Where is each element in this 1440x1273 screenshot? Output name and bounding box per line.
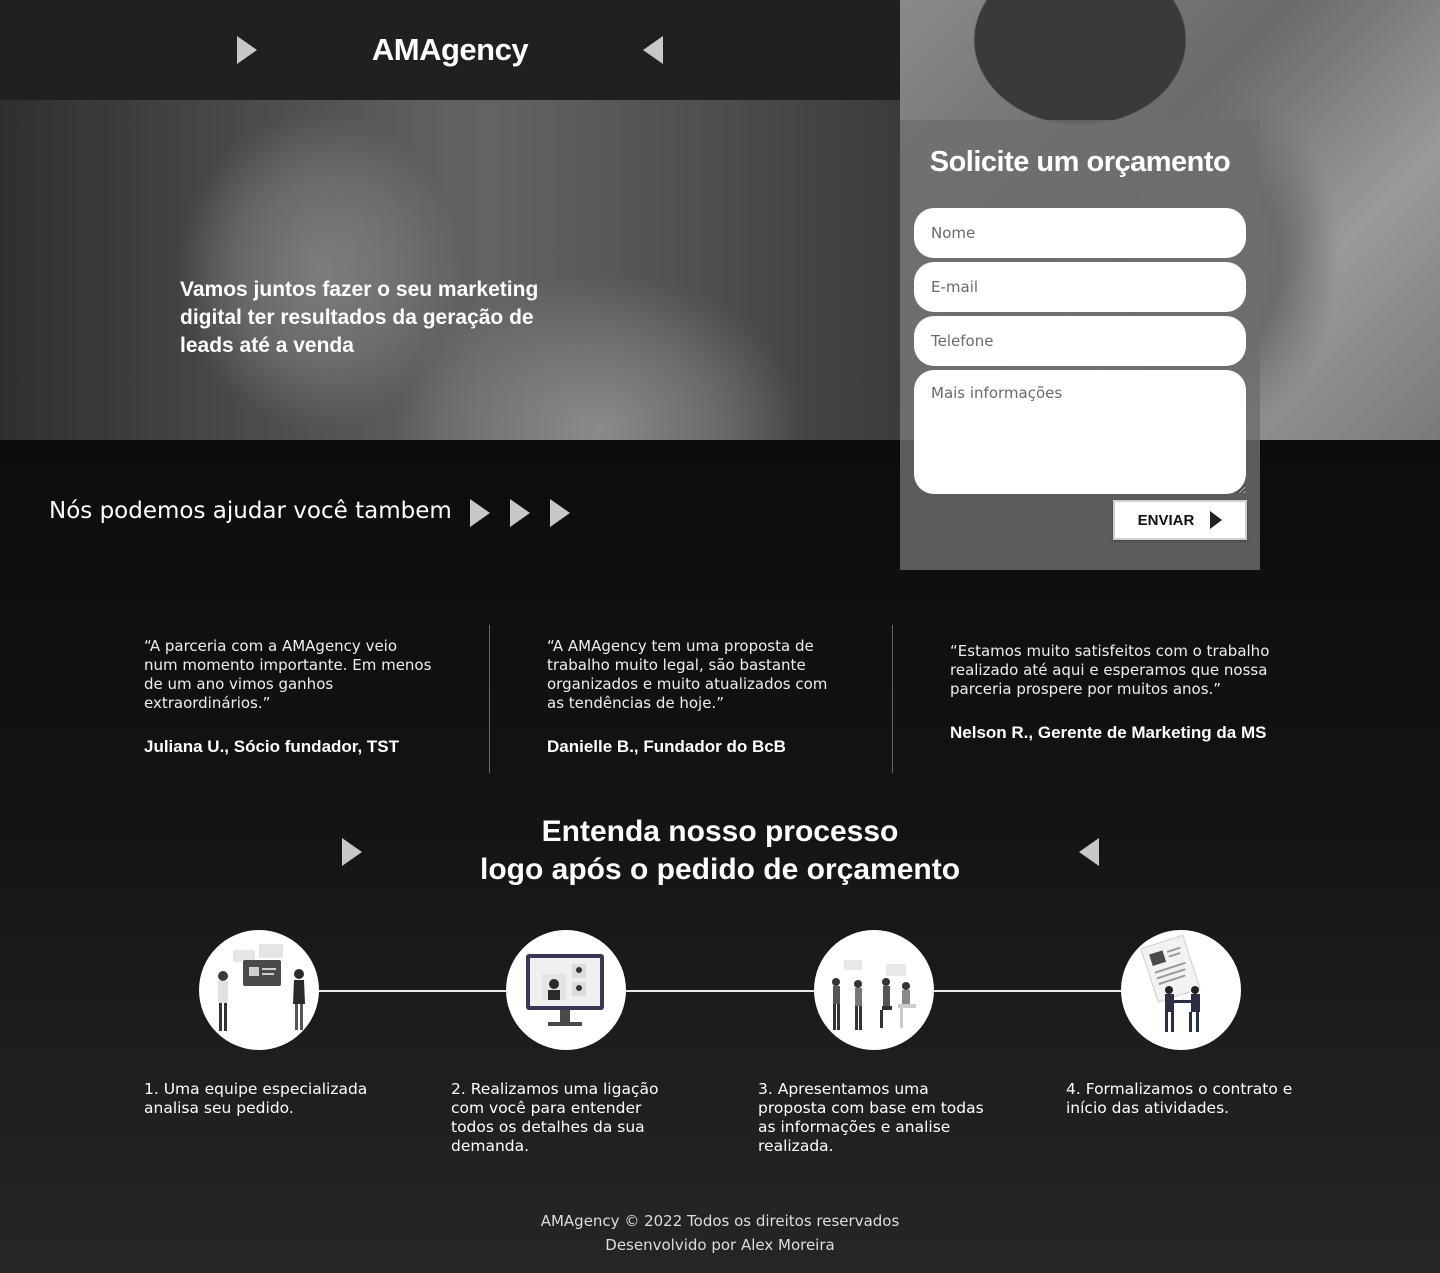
phone-field[interactable] bbox=[914, 316, 1246, 366]
contract-handshake-illustration bbox=[1121, 930, 1241, 1050]
process-connector bbox=[318, 990, 507, 992]
help-title: Nós podemos ajudar você tambem bbox=[49, 498, 452, 524]
arrow-right-icon bbox=[342, 838, 362, 866]
play-icon bbox=[1210, 511, 1223, 529]
arrow-left-icon bbox=[643, 36, 663, 64]
page: AMAgency Vamos juntos fazer o seu market… bbox=[0, 0, 1440, 1273]
team-review-illustration bbox=[199, 930, 319, 1050]
footer-developer: Desenvolvido por Alex Moreira bbox=[605, 1236, 835, 1254]
process-title: Entenda nosso processo logo após o pedid… bbox=[420, 813, 1020, 889]
testimonial-author: Juliana U., Sócio fundador, TST bbox=[144, 737, 400, 756]
footer-copyright: AMAgency © 2022 Todos os direitos reserv… bbox=[540, 1212, 900, 1230]
video-call-illustration bbox=[506, 930, 626, 1050]
testimonial-card: “A parceria com a AMAgency veio num mome… bbox=[144, 637, 434, 757]
testimonial-quote: “A AMAgency tem uma proposta de trabalho… bbox=[547, 637, 828, 712]
testimonial-quote: “A parceria com a AMAgency veio num mome… bbox=[144, 637, 432, 712]
testimonial-author: Danielle B., Fundador do BcB bbox=[547, 737, 786, 756]
arrow-right-icon bbox=[510, 499, 530, 527]
process-step-text: 1. Uma equipe especializada analisa seu … bbox=[144, 1080, 368, 1117]
process-connector bbox=[625, 990, 815, 992]
email-field[interactable] bbox=[914, 262, 1246, 312]
name-field[interactable] bbox=[914, 208, 1246, 258]
arrow-right-icon bbox=[470, 499, 490, 527]
process-step-text: 3. Apresentamos uma proposta com base em… bbox=[758, 1080, 984, 1155]
more-info-field[interactable] bbox=[914, 370, 1246, 494]
divider bbox=[892, 625, 893, 773]
process-connector bbox=[933, 990, 1122, 992]
process-step-text: 2. Realizamos uma ligação com você para … bbox=[451, 1080, 659, 1155]
arrow-left-icon bbox=[1079, 838, 1099, 866]
site-footer: AMAgency © 2022 Todos os direitos reserv… bbox=[0, 1209, 1440, 1257]
divider bbox=[489, 625, 490, 773]
send-button-label: ENVIAR bbox=[1137, 511, 1195, 529]
testimonial-author: Nelson R., Gerente de Marketing da MS bbox=[950, 723, 1267, 742]
brand-logo[interactable]: AMAgency bbox=[0, 0, 900, 100]
testimonial-quote: “Estamos muito satisfeitos com o trabalh… bbox=[950, 642, 1270, 698]
process-title-line: logo após o pedido de orçamento bbox=[479, 853, 961, 886]
send-button[interactable]: ENVIAR bbox=[1113, 500, 1247, 540]
presentation-illustration bbox=[814, 930, 934, 1050]
testimonial-card: “Estamos muito satisfeitos com o trabalh… bbox=[950, 642, 1300, 743]
hero-photo-overlay bbox=[0, 100, 900, 440]
testimonial-card: “A AMAgency tem uma proposta de trabalho… bbox=[547, 637, 837, 757]
arrow-right-icon bbox=[550, 499, 570, 527]
quote-form-title: Solicite um orçamento bbox=[929, 146, 1231, 178]
process-title-line: Entenda nosso processo bbox=[541, 815, 899, 848]
hero-headline: Vamos juntos fazer o seu marketing digit… bbox=[180, 278, 539, 357]
process-step-text: 4. Formalizamos o contrato e início das … bbox=[1066, 1080, 1293, 1117]
